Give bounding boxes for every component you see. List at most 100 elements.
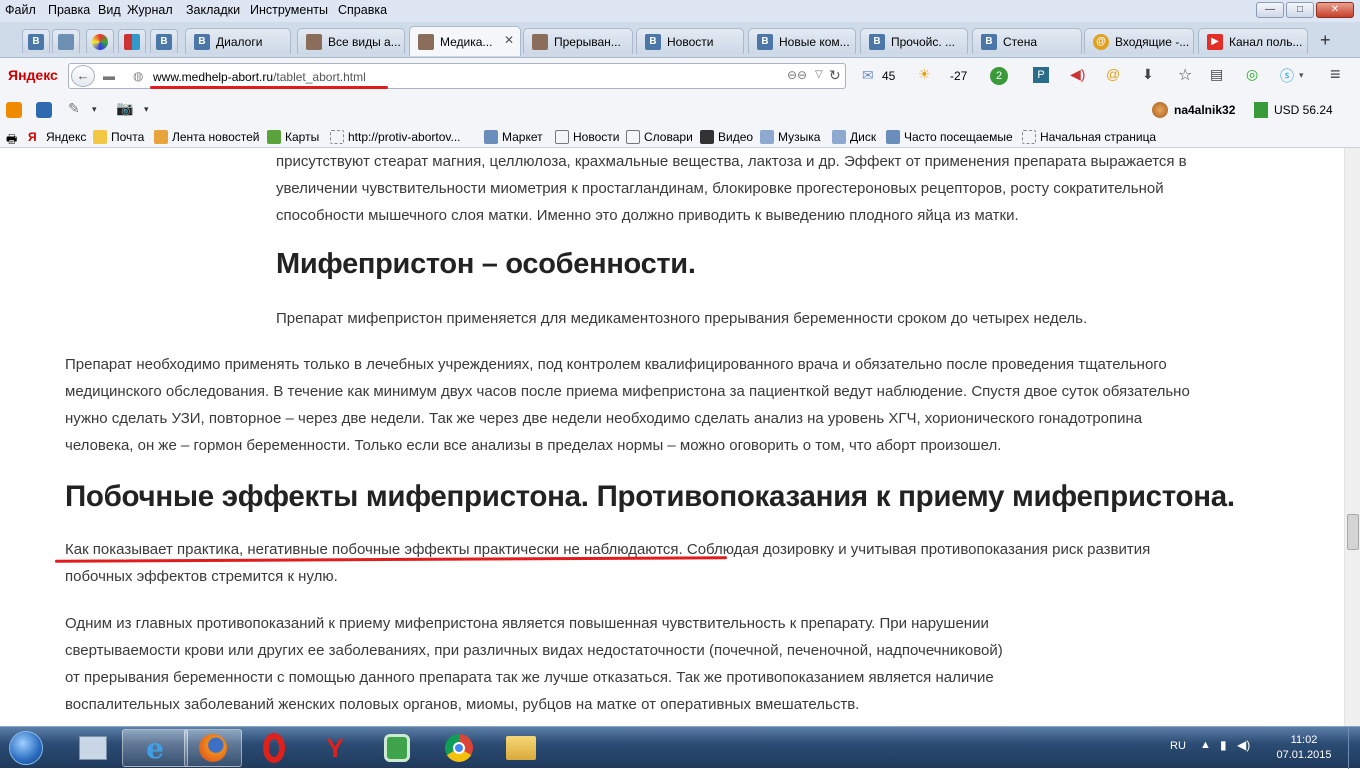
bookmark-start-page[interactable]: Начальная страница	[1022, 130, 1156, 144]
volume-icon[interactable]: ◀)	[1237, 738, 1250, 752]
bookmark-maps[interactable]: Карты	[267, 130, 319, 144]
green-circle-icon[interactable]: ◎	[1246, 66, 1258, 83]
new-tab-button[interactable]: +	[1320, 30, 1331, 51]
close-button[interactable]: ✕	[1316, 2, 1354, 18]
camera-icon[interactable]: 📷	[116, 100, 133, 117]
bookmark-mail[interactable]: Почта	[93, 130, 144, 144]
tab-wall[interactable]: В Стена	[972, 28, 1082, 54]
taskbar-yandex-browser[interactable]: Y	[306, 729, 364, 767]
rss-icon[interactable]	[6, 102, 22, 118]
system-clock[interactable]: 11:02 07.01.2015	[1272, 733, 1336, 763]
network-icon[interactable]: ▮	[1220, 738, 1227, 752]
yandex-brand[interactable]: Яндекс	[8, 67, 58, 83]
bookmark-music[interactable]: Музыка	[760, 130, 820, 144]
skype-dropdown-icon[interactable]: ▾	[1299, 70, 1304, 81]
taskbar-file-explorer[interactable]	[492, 729, 550, 767]
menu-edit[interactable]: Правка	[48, 3, 90, 17]
dropdown-icon[interactable]: ▽	[815, 69, 823, 80]
pinned-tab-image[interactable]	[52, 29, 80, 53]
bookmark-news[interactable]: Новости	[555, 130, 619, 144]
mail-count[interactable]: 45	[882, 69, 895, 83]
weather-temp[interactable]: -27	[950, 69, 967, 83]
pencil-icon[interactable]: ✎	[68, 100, 80, 117]
pinned-tab-vk[interactable]: В	[22, 29, 50, 53]
globe-icon: ◍	[133, 69, 144, 83]
translate-icon[interactable]: ⊖⊖	[787, 68, 807, 82]
user-avatar[interactable]	[1152, 102, 1168, 118]
mail-icon	[93, 130, 107, 144]
reader-icon[interactable]: ▬	[103, 69, 115, 83]
pinned-tab-colorful[interactable]	[86, 29, 114, 53]
menu-history[interactable]: Журнал	[127, 3, 173, 17]
chrome-icon	[445, 734, 473, 762]
tab-new-comments[interactable]: В Новые ком...	[748, 28, 856, 54]
bookmark-disk[interactable]: Диск	[832, 130, 876, 144]
taskbar-opera[interactable]	[245, 729, 303, 767]
start-button[interactable]	[4, 729, 48, 767]
reload-icon[interactable]: ↻	[829, 67, 841, 84]
paragraph-contraindications: Одним из главных противопоказаний к прие…	[65, 615, 1003, 713]
extension-icon[interactable]	[36, 102, 52, 118]
tab-all-types[interactable]: Все виды а...	[297, 28, 405, 54]
taskbar-firefox[interactable]	[184, 729, 242, 767]
tab-interruption[interactable]: Прерыван...	[523, 28, 633, 54]
vk-icon: В	[645, 33, 661, 50]
bookmark-most-visited[interactable]: Часто посещаемые	[886, 130, 1013, 144]
bookmark-news-feed[interactable]: Лента новостей	[154, 130, 260, 144]
tab-close-icon[interactable]: ✕	[504, 33, 514, 47]
scrollbar-thumb[interactable]	[1347, 514, 1359, 550]
vertical-scrollbar[interactable]	[1344, 148, 1360, 726]
dictionary-icon	[626, 130, 640, 144]
at-sign-icon[interactable]: @	[1106, 66, 1120, 82]
menu-bookmarks[interactable]: Закладки	[186, 3, 240, 17]
bookmark-market[interactable]: Маркет	[484, 130, 543, 144]
pinned-tab-grid[interactable]	[118, 29, 146, 53]
minimize-button[interactable]: —	[1256, 2, 1284, 18]
notification-badge[interactable]: 2	[990, 67, 1008, 85]
bookmarks-list-icon[interactable]: ▤	[1210, 66, 1223, 83]
windows-taskbar: e Y RU ▲ ▮ ◀) 11:02 07.01.2015	[0, 726, 1360, 769]
tab-news[interactable]: В Новости	[636, 28, 744, 54]
tab-prochoice[interactable]: В Прочойс. ...	[860, 28, 968, 54]
tab-dialogs[interactable]: В Диалоги	[185, 28, 291, 54]
pinned-tab-vk2[interactable]: В	[150, 29, 178, 53]
vk-icon: В	[869, 33, 885, 50]
menu-tools[interactable]: Инструменты	[250, 3, 328, 17]
bookmark-yandex[interactable]: Я Яндекс	[28, 130, 86, 144]
bookmark-dictionaries[interactable]: Словари	[626, 130, 693, 144]
skype-icon[interactable]: ⓢ	[1280, 66, 1294, 86]
bookmark-protiv-abortov[interactable]: http://protiv-abortov...	[330, 130, 461, 144]
back-arrow-icon[interactable]: ←	[71, 65, 95, 87]
show-desktop-button[interactable]	[1348, 727, 1360, 769]
download-icon[interactable]: ⬇	[1142, 66, 1154, 83]
menu-view[interactable]: Вид	[98, 3, 121, 17]
pencil-dropdown-icon[interactable]: ▾	[92, 104, 97, 115]
camera-dropdown-icon[interactable]: ▾	[144, 104, 149, 115]
menu-help[interactable]: Справка	[338, 3, 387, 17]
language-indicator[interactable]: RU	[1170, 740, 1186, 752]
bookmark-video[interactable]: Видео	[700, 130, 753, 144]
hamburger-menu-icon[interactable]: ≡	[1330, 64, 1341, 85]
menu-bar: Файл Правка Вид Журнал Закладки Инструме…	[0, 0, 1360, 22]
weather-icon[interactable]: ☀	[918, 66, 931, 83]
taskbar-evernote[interactable]	[368, 729, 426, 767]
page-content: присутствуют стеарат магния, целлюлоза, …	[0, 148, 1344, 726]
tab-inbox[interactable]: @ Входящие -...	[1084, 28, 1194, 54]
taskbar-chrome[interactable]	[430, 729, 488, 767]
taskbar-internet-explorer[interactable]: e	[122, 729, 188, 767]
star-icon[interactable]: ☆	[1178, 65, 1192, 85]
tab-youtube-channel[interactable]: ▶ Канал поль...	[1198, 28, 1308, 54]
menu-file[interactable]: Файл	[5, 3, 36, 17]
tray-expand-icon[interactable]: ▲	[1200, 739, 1211, 751]
speaker-icon[interactable]: ◀)	[1070, 66, 1085, 83]
grid-icon	[124, 33, 140, 50]
tab-medical[interactable]: Медика... ✕	[409, 26, 521, 56]
music-icon	[760, 130, 774, 144]
p-extension-icon[interactable]: P	[1033, 67, 1049, 83]
maximize-button[interactable]: □	[1286, 2, 1314, 18]
currency-rate[interactable]: USD 56.24	[1274, 103, 1333, 117]
mail-envelope-icon[interactable]: ✉	[862, 67, 874, 84]
taskbar-pinned-app[interactable]	[64, 729, 122, 767]
username[interactable]: na4alnik32	[1174, 103, 1235, 117]
medhelp-icon	[418, 33, 434, 50]
